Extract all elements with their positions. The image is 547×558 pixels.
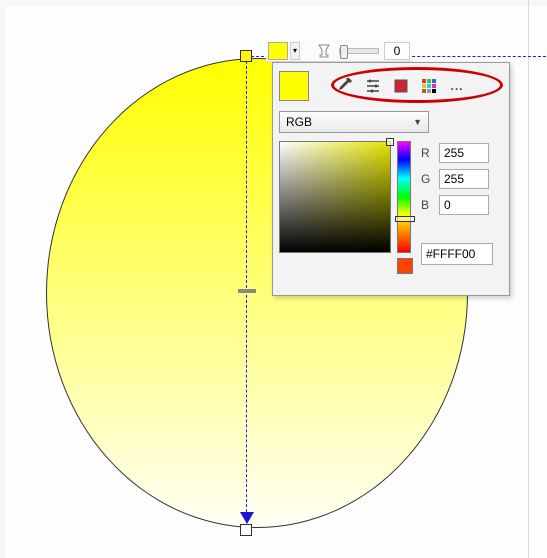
swatch-tool-icon (393, 78, 409, 94)
current-color-swatch[interactable] (279, 71, 309, 101)
color-picker-panel: ... RGB ▼ R 255 G 255 B 0 (272, 62, 510, 296)
slider-thumb[interactable] (340, 45, 348, 59)
sliders-button[interactable] (361, 74, 385, 98)
swatch-dropdown-button[interactable]: ▾ (290, 42, 300, 60)
color-mode-label: RGB (286, 115, 312, 129)
b-input[interactable]: 0 (439, 195, 489, 215)
chevron-down-icon: ▾ (293, 46, 297, 55)
palette-grid-button[interactable] (417, 74, 441, 98)
swatch-tool-button[interactable] (389, 74, 413, 98)
eyedropper-icon (337, 78, 353, 94)
stop-opacity-slider[interactable] (339, 48, 379, 54)
gradient-midpoint-handle[interactable] (238, 289, 256, 293)
gradient-start-handle[interactable] (240, 50, 252, 62)
ruler-left (0, 0, 5, 558)
color-mode-select[interactable]: RGB ▼ (279, 111, 429, 133)
b-label: B (421, 198, 433, 212)
hex-input[interactable]: #FFFF00 (421, 243, 493, 265)
palette-icon (421, 78, 437, 94)
hue-slider[interactable] (397, 141, 411, 253)
stop-opacity-value[interactable]: 0 (384, 42, 410, 60)
gradient-direction-arrow (240, 512, 254, 524)
opacity-goblet-icon (314, 42, 334, 60)
context-toolbar: ▾ 0 (266, 40, 412, 62)
hue-preview-swatch (397, 258, 413, 274)
g-input[interactable]: 255 (439, 169, 489, 189)
r-input[interactable]: 255 (439, 143, 489, 163)
chevron-down-icon: ▼ (413, 117, 422, 127)
gradient-end-handle[interactable] (240, 524, 252, 536)
ellipsis-icon: ... (450, 79, 463, 93)
r-label: R (421, 146, 433, 160)
ruler-top (0, 0, 547, 6)
saturation-value-field[interactable] (279, 141, 391, 253)
sliders-icon (365, 78, 381, 94)
hue-thumb[interactable] (395, 216, 415, 222)
picker-tool-group: ... (327, 72, 475, 100)
more-options-button[interactable]: ... (445, 74, 469, 98)
g-label: G (421, 172, 433, 186)
current-stop-swatch[interactable] (268, 42, 288, 60)
page-edge-guide (528, 0, 529, 558)
eyedropper-button[interactable] (333, 74, 357, 98)
sv-marker[interactable] (386, 138, 394, 146)
